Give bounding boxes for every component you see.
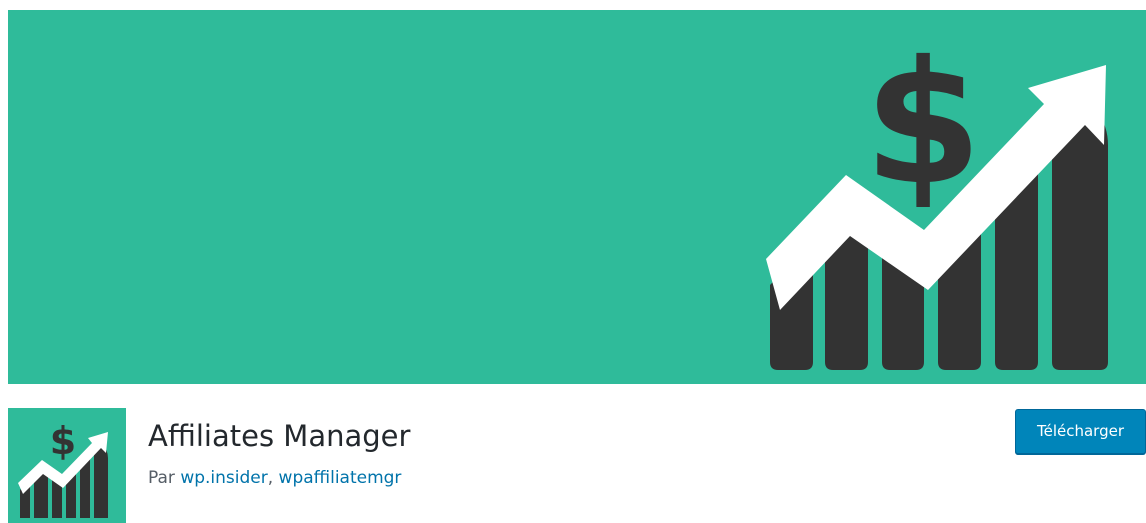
download-button[interactable]: Télécharger — [1015, 409, 1146, 454]
icon-dollar-symbol: $ — [50, 419, 76, 463]
author-link-wp-insider[interactable]: wp.insider — [180, 468, 267, 488]
dollar-growth-chart-icon: $ — [8, 408, 126, 523]
plugin-page: $ $ Affiliates Manager Par wp.insider, w… — [0, 0, 1146, 523]
plugin-banner: $ — [8, 10, 1146, 384]
dollar-symbol: $ — [864, 25, 982, 223]
plugin-icon: $ — [8, 408, 126, 523]
author-prefix: Par — [148, 468, 175, 488]
plugin-author-byline: Par wp.insider, wpaffiliatemgr — [148, 467, 401, 489]
plugin-title: Affiliates Manager — [148, 419, 411, 453]
author-separator: , — [267, 468, 279, 488]
author-link-wpaffiliatemgr[interactable]: wpaffiliatemgr — [279, 468, 402, 488]
dollar-growth-chart-icon: $ — [8, 10, 1146, 384]
